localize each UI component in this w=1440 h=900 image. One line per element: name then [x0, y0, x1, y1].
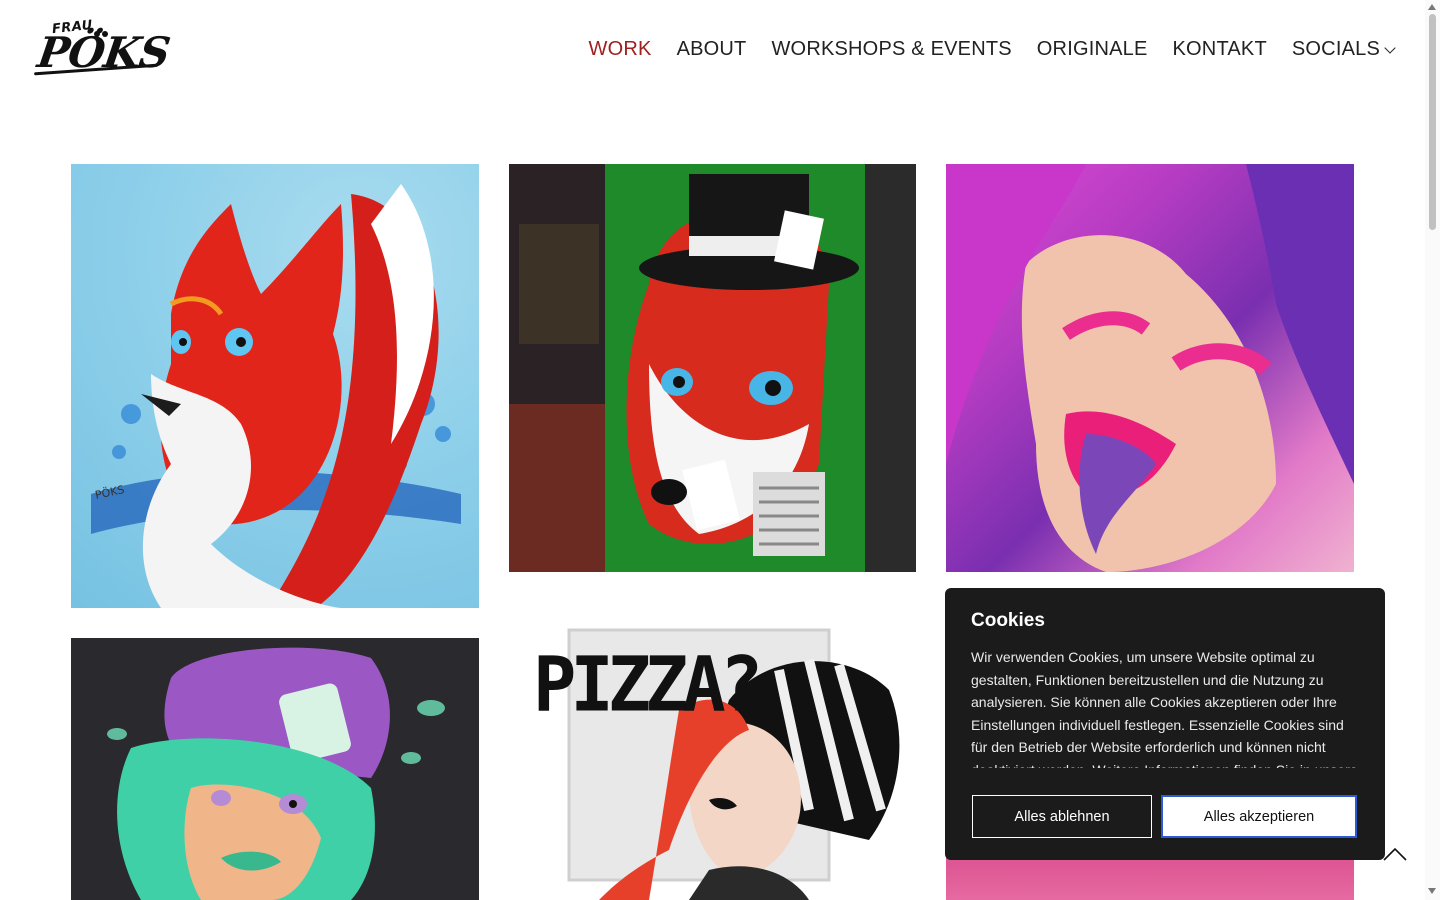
nav-item-work[interactable]: WORK [589, 38, 652, 61]
main-nav: WORK ABOUT WORKSHOPS & EVENTS ORIGINALE … [589, 38, 1396, 61]
cookie-text: Wir verwenden Cookies, um unsere Website… [971, 649, 1358, 768]
scroll-down-icon[interactable] [1428, 888, 1436, 894]
cookie-title: Cookies [971, 610, 1045, 631]
reject-all-button[interactable]: Alles ablehnen [972, 795, 1152, 838]
chevron-up-icon [1383, 847, 1407, 861]
cookie-actions: Alles ablehnen Alles akzeptieren [972, 795, 1357, 838]
nav-item-label: WORK [588, 38, 652, 60]
nav-item-workshops-events[interactable]: WORKSHOPS & EVENTS [771, 38, 1011, 61]
pizza-caption: PIZZA? [533, 639, 763, 729]
gallery-item-pizza-girl[interactable]: PIZZA? [509, 620, 916, 900]
nav-item-label: ABOUT [676, 38, 747, 60]
nav-item-label: WORKSHOPS & EVENTS [771, 38, 1012, 60]
beanie-girl-artwork [107, 647, 445, 900]
page-scrollbar[interactable] [1425, 0, 1440, 900]
scroll-up-icon[interactable] [1428, 4, 1436, 10]
site-logo[interactable]: FRAU PÖKS [34, 18, 172, 82]
gallery-item-beanie-girl[interactable] [71, 638, 479, 900]
accept-all-button[interactable]: Alles akzeptieren [1161, 795, 1357, 838]
fox-magician-artwork [509, 164, 916, 572]
nav-item-about[interactable]: ABOUT [677, 38, 747, 61]
nav-item-label: SOCIALS [1291, 38, 1380, 60]
fox-artwork [91, 184, 461, 608]
gallery-item-fox[interactable]: PÖKS [71, 164, 479, 608]
cookie-banner: Cookies Wir verwenden Cookies, um unsere… [945, 588, 1385, 860]
gallery-item-fox-magician[interactable] [509, 164, 916, 572]
nav-item-label: KONTAKT [1172, 38, 1267, 60]
scrollbar-thumb[interactable] [1429, 14, 1436, 230]
vampire-girl-artwork [946, 164, 1354, 572]
nav-item-kontakt[interactable]: KONTAKT [1173, 38, 1267, 61]
back-to-top-button[interactable] [1382, 846, 1408, 862]
gallery-item-vampire-girl[interactable] [946, 164, 1354, 572]
nav-item-socials[interactable]: SOCIALS [1291, 38, 1396, 61]
nav-item-label: ORIGINALE [1036, 38, 1148, 60]
chevron-down-icon [1384, 41, 1396, 54]
nav-item-originale[interactable]: ORIGINALE [1037, 38, 1148, 61]
